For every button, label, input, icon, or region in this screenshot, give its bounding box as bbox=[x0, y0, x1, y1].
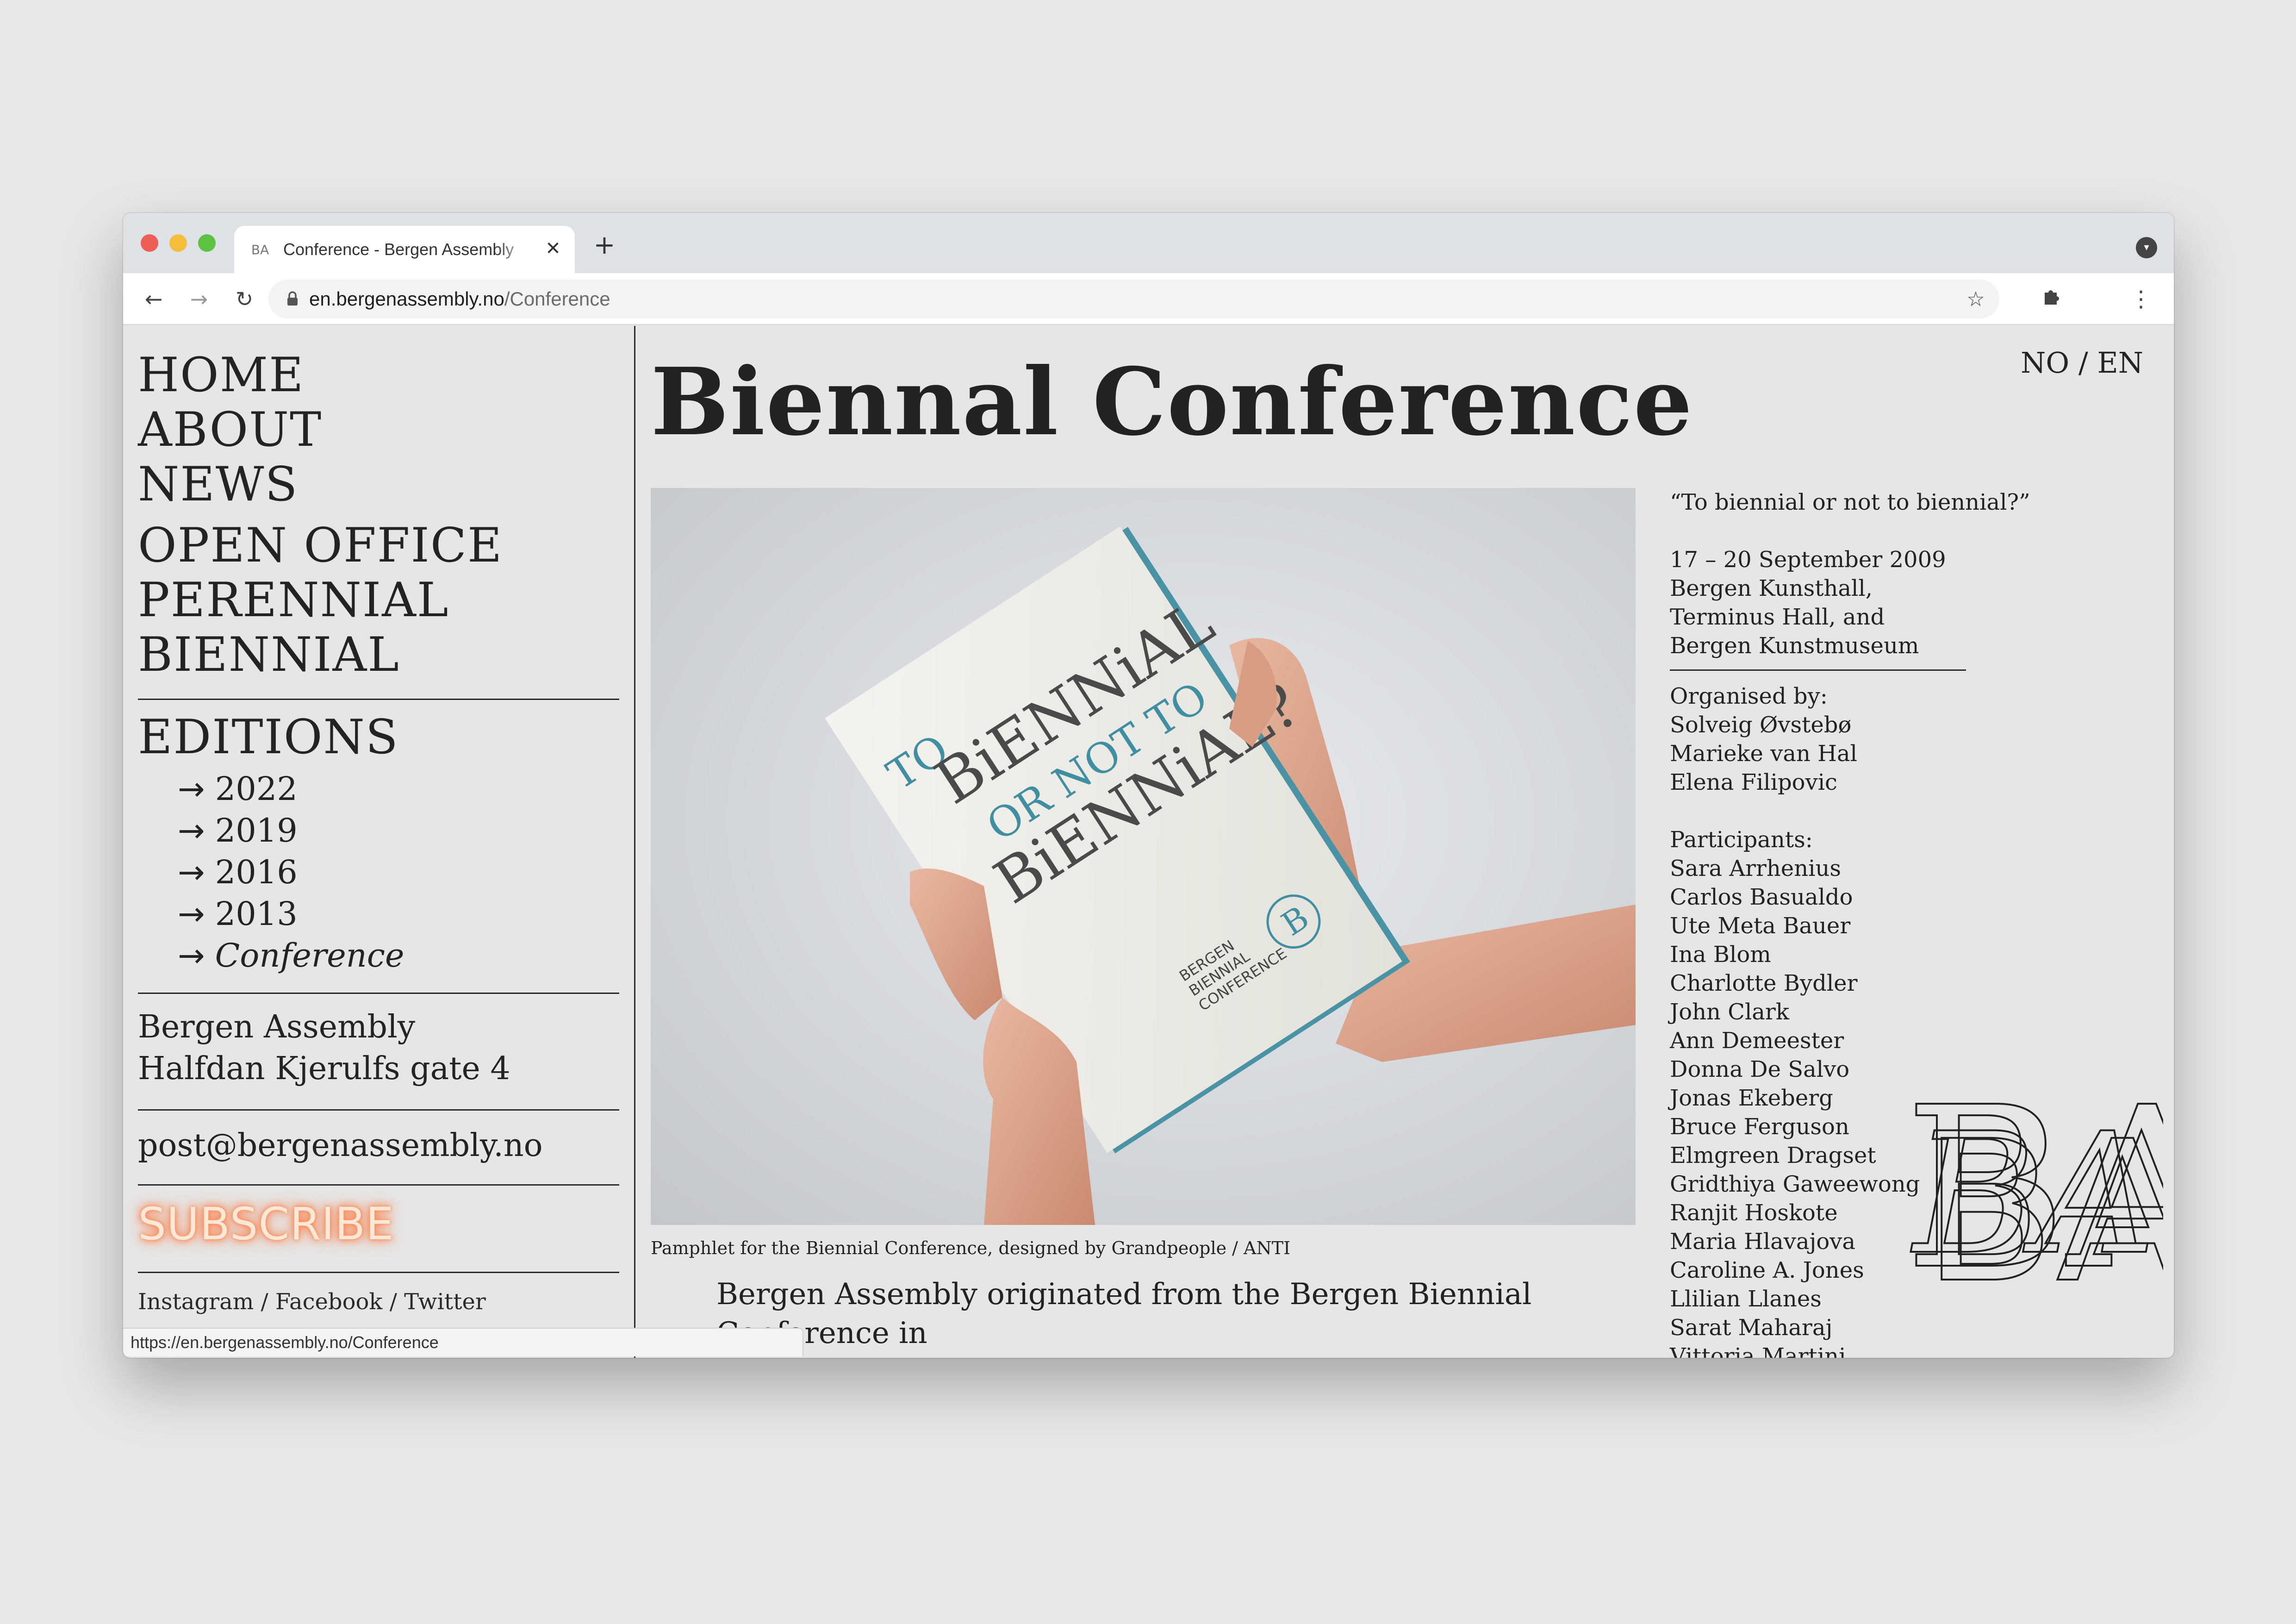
social-links[interactable]: Instagram / Facebook / Twitter bbox=[138, 1287, 486, 1317]
reload-icon[interactable]: ↻ bbox=[230, 285, 258, 313]
status-url: https://en.bergenassembly.no/Conference bbox=[131, 1333, 439, 1352]
organiser: Elena Filipovic bbox=[1670, 769, 1837, 795]
intro-line: Bergen Assembly originated from the Berg… bbox=[716, 1277, 1532, 1350]
organiser: Solveig Øvstebø bbox=[1670, 712, 1852, 738]
intro-line: …ed by Bergen Kunsthall and its then dir… bbox=[716, 1353, 1637, 1358]
pamphlet-illustration: TO BiENNiAL OR NOT TO BiENNiAL? B BERGEN… bbox=[825, 526, 1636, 1225]
tab-strip: BA Conference - Bergen Assembly ✕ + ▾ bbox=[123, 213, 2174, 273]
nav-home[interactable]: HOME bbox=[138, 348, 503, 403]
lock-icon[interactable] bbox=[283, 290, 302, 308]
svg-text:BA: BA bbox=[1910, 1097, 2156, 1291]
conference-quote: “To biennial or not to biennial?” bbox=[1670, 489, 2030, 515]
nav-biennial[interactable]: BIENNIAL bbox=[138, 628, 503, 682]
sidebar-divider bbox=[138, 993, 619, 994]
edition-label: 2019 bbox=[215, 812, 298, 849]
language-switch[interactable]: NO / EN bbox=[2021, 345, 2143, 381]
tab-search-icon[interactable]: ▾ bbox=[2136, 237, 2157, 258]
arrow-right-icon: → bbox=[178, 812, 205, 849]
sidebar-divider bbox=[138, 699, 619, 700]
edition-2022-link[interactable]: → 2022 bbox=[178, 768, 404, 810]
participant: Sara Arrhenius bbox=[1670, 856, 1842, 881]
intro-paragraph: Bergen Assembly originated from the Berg… bbox=[716, 1275, 1637, 1358]
postal-address: Bergen Assembly Halfdan Kjerulfs gate 4 bbox=[138, 1006, 510, 1090]
edition-2016-link[interactable]: → 2016 bbox=[178, 851, 404, 893]
participant: Ina Blom bbox=[1670, 942, 1771, 968]
minimize-window-button[interactable] bbox=[169, 234, 187, 252]
url-text[interactable]: en.bergenassembly.no/Conference bbox=[309, 288, 610, 310]
participant: Carlos Basualdo bbox=[1670, 884, 1853, 910]
favicon-icon: BA bbox=[251, 242, 269, 257]
pamphlet-photo: TO BiENNiAL OR NOT TO BiENNiAL? B BERGEN… bbox=[651, 488, 1636, 1225]
arrow-right-icon: → bbox=[178, 895, 205, 933]
sidebar: HOME ABOUT NEWS OPEN OFFICE PERENNIAL BI… bbox=[138, 326, 619, 1358]
edition-label: 2022 bbox=[215, 770, 298, 808]
venue-line: Bergen Kunsthall, bbox=[1670, 575, 1873, 601]
ba-logo: BA BA BA bbox=[1904, 1067, 2163, 1307]
venue-line: Bergen Kunstmuseum bbox=[1670, 633, 1919, 659]
participant: Ann Demeester bbox=[1670, 1028, 1844, 1054]
edition-2013-link[interactable]: → 2013 bbox=[178, 893, 404, 935]
web-page: HOME ABOUT NEWS OPEN OFFICE PERENNIAL BI… bbox=[123, 326, 2174, 1358]
close-window-button[interactable] bbox=[141, 234, 158, 252]
star-icon[interactable]: ☆ bbox=[1964, 288, 1987, 311]
nav-news[interactable]: NEWS bbox=[138, 457, 503, 512]
participant: Charlotte Bydler bbox=[1670, 970, 1858, 996]
browser-toolbar: ← → ↻ en.bergenassembly.no/Conference ☆ … bbox=[123, 273, 2174, 325]
subscribe-button[interactable]: SUBSCRIBE bbox=[138, 1196, 394, 1252]
arrow-right-icon: → bbox=[178, 937, 205, 974]
address-bar[interactable]: en.bergenassembly.no/Conference ☆ bbox=[268, 280, 1999, 319]
tab-title: Conference - Bergen Assembly bbox=[283, 240, 514, 259]
participant: John Clark bbox=[1670, 999, 1789, 1025]
forward-icon[interactable]: → bbox=[185, 285, 213, 313]
menu-icon[interactable]: ⋮ bbox=[2127, 285, 2155, 313]
arrow-right-icon: → bbox=[178, 853, 205, 891]
active-tab[interactable]: BA Conference - Bergen Assembly ✕ bbox=[234, 226, 575, 273]
participant: Vittoria Martini bbox=[1670, 1343, 1846, 1358]
conference-dates: 17 – 20 September 2009 bbox=[1670, 547, 1946, 573]
column-divider bbox=[634, 326, 635, 1358]
organised-label: Organised by: bbox=[1670, 683, 1828, 709]
edition-label: 2013 bbox=[215, 895, 298, 933]
editions-heading: EDITIONS bbox=[138, 710, 399, 765]
back-icon[interactable]: ← bbox=[140, 285, 168, 313]
maximize-window-button[interactable] bbox=[198, 234, 216, 252]
browser-window: BA Conference - Bergen Assembly ✕ + ▾ ← … bbox=[123, 213, 2174, 1358]
nav-open-office[interactable]: OPEN OFFICE bbox=[138, 518, 503, 573]
page-title: Biennal Conference bbox=[651, 348, 1693, 456]
tab-close-icon[interactable]: ✕ bbox=[541, 237, 565, 260]
participant: Ute Meta Bauer bbox=[1670, 913, 1851, 939]
url-path: /Conference bbox=[504, 288, 610, 310]
sidebar-divider bbox=[138, 1184, 619, 1186]
organiser: Marieke van Hal bbox=[1670, 741, 1857, 767]
new-tab-button[interactable]: + bbox=[591, 231, 618, 259]
main-nav: HOME ABOUT NEWS OPEN OFFICE PERENNIAL BI… bbox=[138, 348, 503, 682]
participants-label: Participants: bbox=[1670, 827, 1813, 853]
status-bar: https://en.bergenassembly.no/Conference bbox=[123, 1328, 803, 1356]
photo-caption: Pamphlet for the Biennial Conference, de… bbox=[651, 1238, 1291, 1258]
address-line: Bergen Assembly bbox=[138, 1009, 416, 1045]
nav-perennial[interactable]: PERENNIAL bbox=[138, 573, 503, 628]
edition-conference-link[interactable]: → Conference bbox=[178, 935, 404, 976]
sidebar-divider bbox=[138, 1109, 619, 1111]
participant: Sarat Maharaj bbox=[1670, 1315, 1833, 1341]
edition-label: Conference bbox=[215, 937, 404, 974]
sidebar-divider bbox=[138, 1272, 619, 1273]
edition-2019-link[interactable]: → 2019 bbox=[178, 810, 404, 851]
email-link[interactable]: post@bergenassembly.no bbox=[138, 1125, 543, 1167]
extensions-icon[interactable] bbox=[2037, 285, 2065, 313]
nav-about[interactable]: ABOUT bbox=[138, 403, 503, 457]
editions-list: → 2022 → 2019 → 2016 → 2013 → Conference bbox=[178, 768, 404, 976]
venue-line: Terminus Hall, and bbox=[1670, 604, 1885, 630]
edition-label: 2016 bbox=[215, 853, 298, 891]
url-host: en.bergenassembly.no bbox=[309, 288, 504, 310]
arrow-right-icon: → bbox=[178, 770, 205, 808]
address-line: Halfdan Kjerulfs gate 4 bbox=[138, 1050, 510, 1087]
info-divider bbox=[1670, 669, 1966, 671]
